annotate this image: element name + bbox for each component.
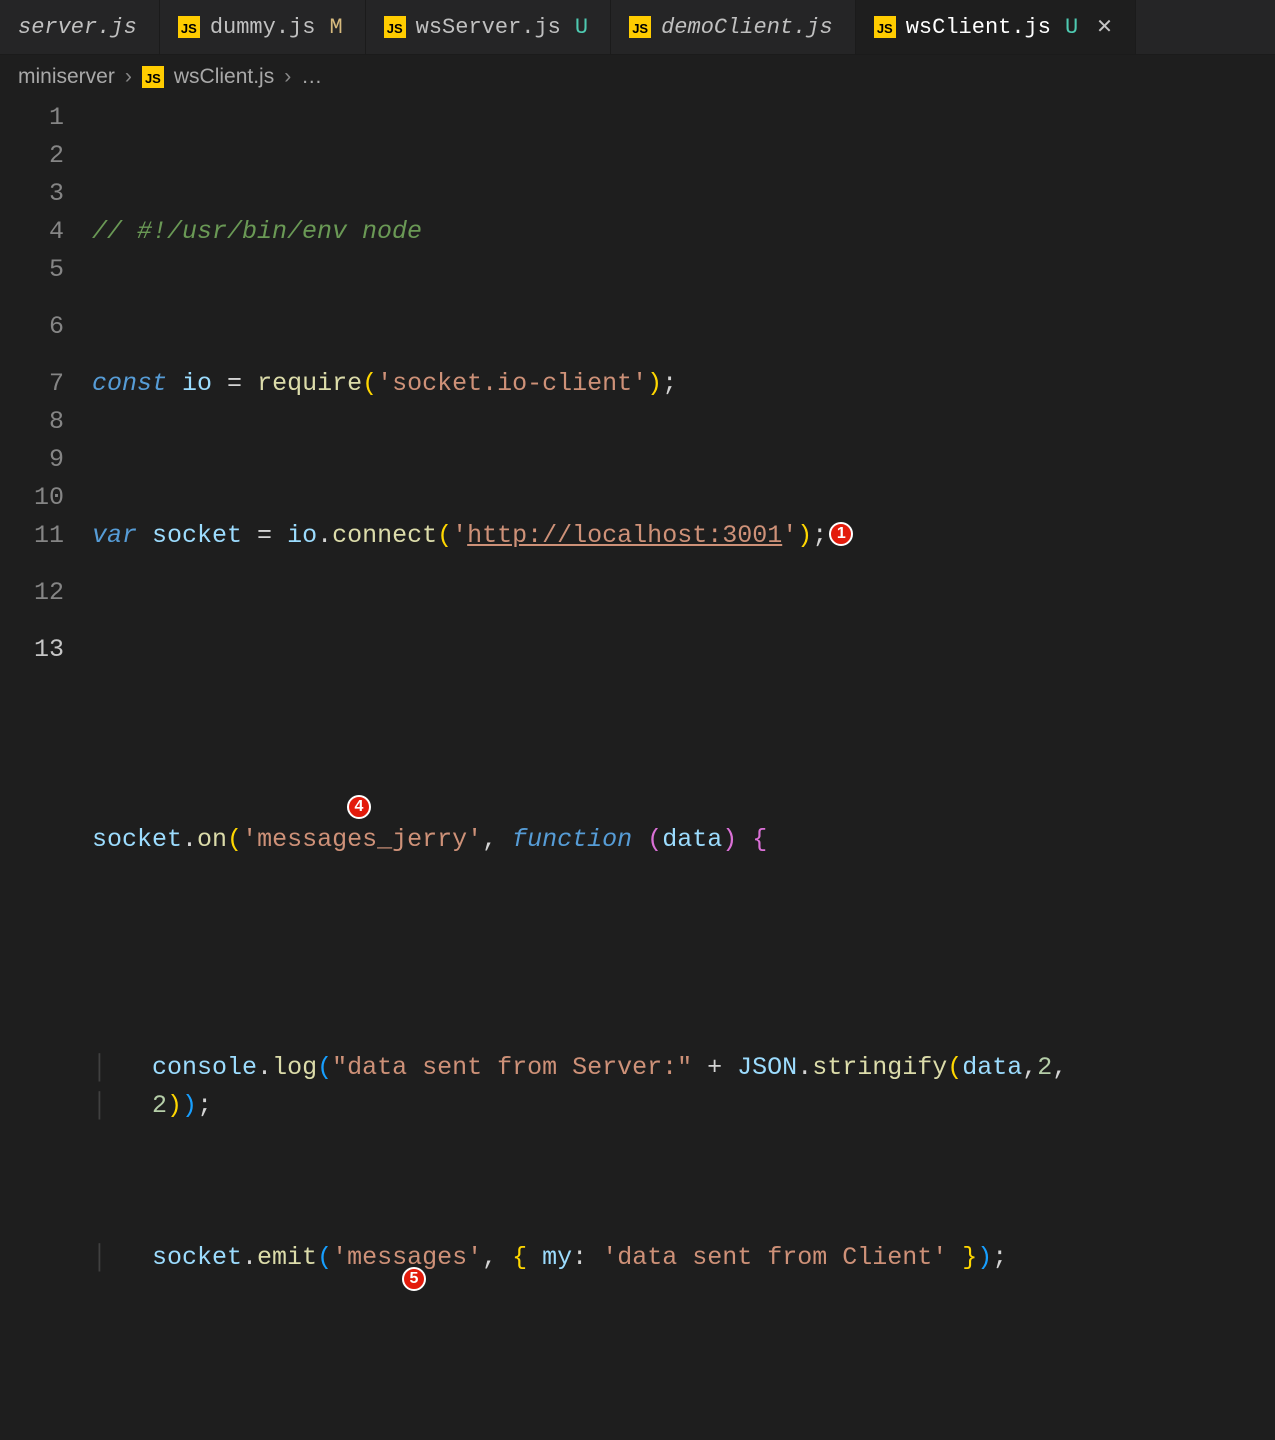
untracked-badge: U [575, 15, 588, 40]
url-token[interactable]: http://localhost:3001 [467, 521, 782, 550]
line-number: 7 [0, 365, 64, 403]
line-number: 5 [0, 251, 64, 289]
comment-token: // #!/usr/bin/env node [92, 217, 422, 246]
crumb-root[interactable]: miniserver [18, 65, 115, 89]
line-number: 2 [0, 137, 64, 175]
crumb-tail[interactable]: … [301, 65, 322, 89]
annotation-bubble: 5 [402, 1267, 426, 1291]
tab-wsserver-js[interactable]: JS wsServer.js U [366, 0, 611, 54]
line-number: 10 [0, 479, 64, 517]
js-icon: JS [178, 16, 200, 38]
tab-label: wsServer.js [416, 15, 561, 40]
line-number: 1 [0, 99, 64, 137]
code-line[interactable]: │ socket.emit('messages', { my: 'data se… [92, 1239, 1275, 1353]
code-line[interactable]: socket.on('messages_jerry', function (da… [92, 821, 1275, 935]
modified-badge: M [329, 15, 342, 40]
breadcrumb[interactable]: miniserver › JS wsClient.js › … [0, 55, 1275, 99]
line-number: 3 [0, 175, 64, 213]
code-area[interactable]: // #!/usr/bin/env node const io = requir… [92, 99, 1275, 1440]
crumb-file[interactable]: wsClient.js [174, 65, 274, 89]
tab-label: server.js [18, 15, 137, 40]
line-number: 13 [0, 631, 64, 669]
annotation-bubble: 4 [347, 795, 371, 819]
chevron-right-icon: › [284, 65, 291, 89]
line-number: 4 [0, 213, 64, 251]
tab-democlient-js[interactable]: JS demoClient.js [611, 0, 856, 54]
untracked-badge: U [1065, 15, 1078, 40]
js-icon: JS [874, 16, 896, 38]
code-line[interactable]: const io = require('socket.io-client'); [92, 365, 1275, 403]
tab-dummy-js[interactable]: JS dummy.js M [160, 0, 366, 54]
chevron-right-icon: › [125, 65, 132, 89]
code-line[interactable] [92, 669, 1275, 707]
annotation-bubble: 1 [829, 522, 853, 546]
code-line[interactable]: // #!/usr/bin/env node [92, 213, 1275, 251]
line-number: 8 [0, 403, 64, 441]
code-line[interactable]: var socket = io.connect('http://localhos… [92, 517, 1275, 555]
js-icon: JS [384, 16, 406, 38]
line-number: 9 [0, 441, 64, 479]
code-editor[interactable]: 1 2 3 4 5 6 7 8 9 10 11 12 13 // #!/usr/… [0, 99, 1275, 1440]
line-number: 6 [0, 289, 64, 365]
tab-server-js[interactable]: server.js [0, 0, 160, 54]
line-number: 11 [0, 517, 64, 555]
js-icon: JS [142, 66, 164, 88]
close-icon[interactable]: ✕ [1096, 14, 1113, 40]
line-number: 12 [0, 555, 64, 631]
code-line[interactable]: │ console.log("data sent from Server:" +… [92, 1049, 1275, 1125]
js-icon: JS [629, 16, 651, 38]
tab-wsclient-js[interactable]: JS wsClient.js U ✕ [856, 0, 1136, 54]
tab-label: wsClient.js [906, 15, 1051, 40]
tab-label: dummy.js [210, 15, 316, 40]
tab-label: demoClient.js [661, 15, 833, 40]
tab-bar: server.js JS dummy.js M JS wsServer.js U… [0, 0, 1275, 55]
line-number-gutter: 1 2 3 4 5 6 7 8 9 10 11 12 13 [0, 99, 92, 1440]
